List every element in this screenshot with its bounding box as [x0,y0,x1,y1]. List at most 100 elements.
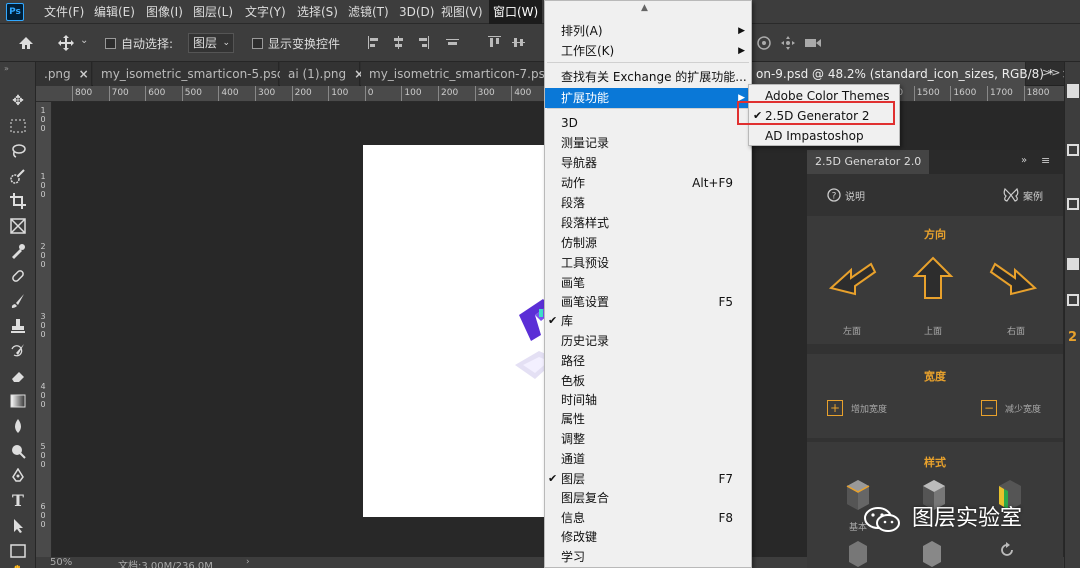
tab-document[interactable]: ai (1).png × [280,62,364,86]
show-transform-checkbox[interactable] [252,38,263,49]
3d-orbit-icon[interactable] [756,35,772,51]
menu-item[interactable]: 测量记录 [545,133,751,153]
menu-item[interactable]: 历史记录 [545,331,751,351]
submenu-item[interactable]: AD Impastoshop [749,126,899,146]
style-dark-icon[interactable] [919,540,945,568]
panel-icon[interactable] [1067,198,1079,210]
menu-item[interactable]: 色板 [545,371,751,391]
menu-item[interactable]: 调整 [545,429,751,449]
menu-item[interactable]: 查找有关 Exchange 的扩展功能... [545,67,751,87]
blur-tool-icon[interactable] [7,415,29,437]
menu-edit[interactable]: 编辑(E) [90,0,139,24]
menu-item[interactable]: 3D [545,113,751,133]
menu-select[interactable]: 选择(S) [293,0,342,24]
examples-label[interactable]: 案例 [1023,188,1043,203]
eraser-tool-icon[interactable] [7,365,29,387]
pen-tool-icon[interactable] [7,465,29,487]
menu-window[interactable]: 窗口(W) [489,0,543,24]
align-middle-icon[interactable] [512,36,525,49]
tab-active-document[interactable]: on-9.psd @ 48.2% (standard_icon_sizes, R… [748,62,1072,86]
zoom-level[interactable]: 50% [50,557,72,568]
rectangle-tool-icon[interactable] [7,540,29,562]
panel-collapse-icon[interactable]: » [4,64,9,73]
auto-select-dropdown[interactable]: 图层 ⌄ [188,33,234,53]
menu-3d[interactable]: 3D(D) [395,0,438,24]
path-selection-tool-icon[interactable] [7,515,29,537]
menu-type[interactable]: 文字(Y) [241,0,290,24]
panel-icon[interactable] [1067,84,1079,98]
panel-menu-icon[interactable]: ≡ [1041,154,1050,167]
scroll-up-icon[interactable]: ▲ [641,3,648,13]
document-canvas[interactable] [363,145,563,517]
menu-item[interactable]: 路径 [545,351,751,371]
menu-view[interactable]: 视图(V) [437,0,487,24]
menu-image[interactable]: 图像(I) [142,0,187,24]
type-tool-icon[interactable]: T [7,490,29,512]
home-icon[interactable] [18,36,34,50]
quick-selection-tool-icon[interactable] [7,165,29,187]
menu-item[interactable]: 通道 [545,449,751,469]
menu-item[interactable]: 修改键 [545,527,751,547]
brush-tool-icon[interactable] [7,290,29,312]
menu-item[interactable]: 画笔设置 F5 [545,292,751,312]
chevron-right-icon[interactable]: › [246,557,250,567]
reduce-width-button[interactable]: − [981,400,997,416]
frame-tool-icon[interactable] [7,215,29,237]
dodge-tool-icon[interactable] [7,440,29,462]
menu-layer[interactable]: 图层(L) [189,0,237,24]
chevron-down-icon[interactable]: ⌄ [80,35,88,46]
healing-brush-tool-icon[interactable] [7,265,29,287]
arrow-left-icon[interactable] [827,258,877,304]
menu-item[interactable]: 导航器 [545,153,751,173]
tab-document[interactable]: my_isometric_smarticon-7.psd× [361,62,571,86]
add-width-button[interactable]: + [827,400,843,416]
menu-item[interactable]: 库 ✔ [545,311,751,331]
align-left-icon[interactable] [368,36,381,49]
close-icon[interactable]: × [79,67,89,81]
panel-icon[interactable] [1067,294,1079,306]
eyedropper-tool-icon[interactable] [7,240,29,262]
panel-icon[interactable] [1067,144,1079,156]
arrow-up-icon[interactable] [911,256,955,302]
menu-item[interactable]: 工作区(K) ▶ [545,41,751,61]
menu-item[interactable]: 工具预设 [545,253,751,273]
menu-item[interactable]: 时间轴 [545,390,751,410]
menu-item[interactable]: 仿制源 [545,233,751,253]
gradient-tool-icon[interactable] [7,390,29,412]
distribute-icon[interactable] [446,36,459,49]
panel-badge[interactable]: 2 [1068,330,1077,345]
clone-stamp-tool-icon[interactable] [7,315,29,337]
hand-tool-icon[interactable]: ✋ [7,562,29,568]
panel-title[interactable]: 2.5D Generator 2.0 [807,150,930,174]
menu-item[interactable]: 扩展功能 ▶ [545,88,751,108]
collapse-icon[interactable]: » [1021,155,1027,166]
menu-item[interactable]: 信息 F8 [545,508,751,528]
align-right-icon[interactable] [416,36,429,49]
menu-item[interactable]: 属性 [545,409,751,429]
menu-item[interactable]: 图层复合 [545,488,751,508]
menu-item[interactable]: 动作 Alt+F9 [545,173,751,193]
tab-overflow-icon[interactable]: >> [1042,66,1060,79]
crop-tool-icon[interactable] [7,190,29,212]
move-tool-icon[interactable] [58,35,74,51]
menu-item[interactable]: 画笔 [545,273,751,293]
3d-pan-icon[interactable] [780,35,796,51]
tab-document[interactable]: .png × [36,62,92,86]
menu-item[interactable]: 学习 [545,547,751,567]
3d-camera-icon[interactable] [804,35,822,51]
move-tool-icon[interactable]: ✥ [7,90,29,112]
tab-document[interactable]: my_isometric_smarticon-5.psd× [93,62,303,86]
help-label[interactable]: 说明 [845,188,865,203]
butterfly-icon[interactable] [1003,188,1019,202]
menu-file[interactable]: 文件(F) [40,0,88,24]
panel-icon[interactable] [1067,258,1079,270]
help-icon[interactable]: ? [827,188,841,202]
style-flat-icon[interactable] [845,540,871,568]
align-center-icon[interactable] [392,36,405,49]
menu-item[interactable]: 段落 [545,193,751,213]
lasso-tool-icon[interactable] [7,140,29,162]
menu-filter[interactable]: 滤镜(T) [344,0,393,24]
menu-item[interactable]: 段落样式 [545,213,751,233]
menu-item[interactable]: 图层 ✔ F7 [545,469,751,489]
menu-item[interactable]: 排列(A) ▶ [545,21,751,41]
